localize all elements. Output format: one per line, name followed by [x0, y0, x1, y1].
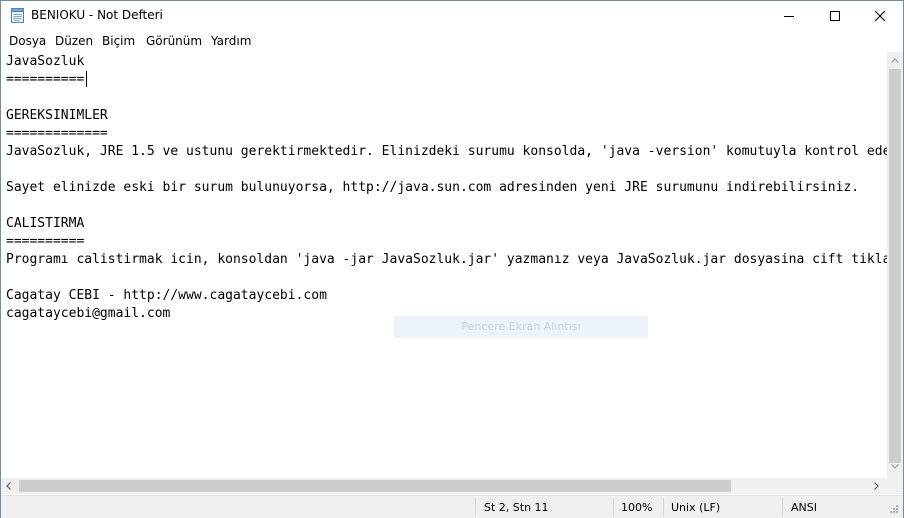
- scroll-up-icon[interactable]: [891, 58, 899, 63]
- line-ending: Unix (LF): [671, 500, 721, 514]
- title-bar[interactable]: BENIOKU - Not Defteri: [1, 1, 903, 31]
- vertical-scrollbar[interactable]: [887, 52, 903, 478]
- text-line: JavaSozluk, JRE 1.5 ve ustunu gerektirme…: [6, 144, 887, 159]
- close-button[interactable]: [857, 1, 903, 31]
- text-line: =============: [6, 126, 108, 141]
- scrollbar-corner: [887, 478, 903, 494]
- text-caret: [86, 71, 87, 87]
- menu-gorunum[interactable]: Görünüm: [146, 34, 202, 48]
- scroll-down-icon[interactable]: [891, 464, 899, 469]
- status-divider: [475, 498, 476, 516]
- text-line: ==========: [6, 234, 85, 249]
- status-divider: [613, 498, 614, 516]
- menu-duzen[interactable]: Düzen: [55, 34, 93, 48]
- vertical-scroll-thumb[interactable]: [889, 69, 901, 463]
- minimize-button[interactable]: [766, 1, 812, 31]
- scroll-right-icon[interactable]: [874, 482, 879, 490]
- text-line: Programı calistirmak icin, konsoldan 'ja…: [6, 252, 887, 267]
- text-line: CALISTIRMA: [6, 216, 85, 231]
- zoom-level: 100%: [621, 500, 653, 514]
- horizontal-scroll-thumb[interactable]: [19, 480, 731, 492]
- notepad-window: BENIOKU - Not Defteri Dosya Düzen Biçim …: [0, 0, 904, 518]
- text-line: Cagatay CEBI - http://www.cagataycebi.co…: [6, 288, 327, 303]
- notepad-icon: [11, 8, 24, 23]
- menu-bar: Dosya Düzen Biçim Görünüm Yardım: [1, 31, 903, 51]
- text-line: cagataycebi@gmail.com: [6, 306, 171, 321]
- horizontal-scrollbar[interactable]: [1, 478, 887, 494]
- text-editor[interactable]: JavaSozluk ========== GEREKSINIMLER ====…: [1, 52, 887, 478]
- window-title: BENIOKU - Not Defteri: [31, 8, 163, 22]
- status-divider: [782, 498, 783, 516]
- maximize-button[interactable]: [812, 1, 858, 31]
- minimize-icon: [784, 16, 794, 17]
- maximize-icon: [830, 11, 840, 21]
- menu-yardim[interactable]: Yardım: [211, 34, 251, 48]
- status-divider: [663, 498, 664, 516]
- close-icon: [875, 11, 885, 21]
- text-line: ==========: [6, 72, 85, 87]
- menu-dosya[interactable]: Dosya: [9, 34, 46, 48]
- text-line: GEREKSINIMLER: [6, 108, 108, 123]
- scroll-left-icon[interactable]: [6, 482, 11, 490]
- menu-bicim[interactable]: Biçim: [102, 34, 135, 48]
- encoding: ANSI: [791, 500, 817, 514]
- status-bar: St 2, Stn 11 100% Unix (LF) ANSI: [1, 495, 903, 518]
- snip-overlay-label: Pencere Ekran Alıntısı: [394, 316, 648, 338]
- resize-grip-icon[interactable]: [889, 504, 899, 514]
- text-line: Sayet elinizde eski bir surum bulunuyors…: [6, 180, 860, 195]
- cursor-position: St 2, Stn 11: [484, 500, 549, 514]
- text-line: JavaSozluk: [6, 54, 85, 69]
